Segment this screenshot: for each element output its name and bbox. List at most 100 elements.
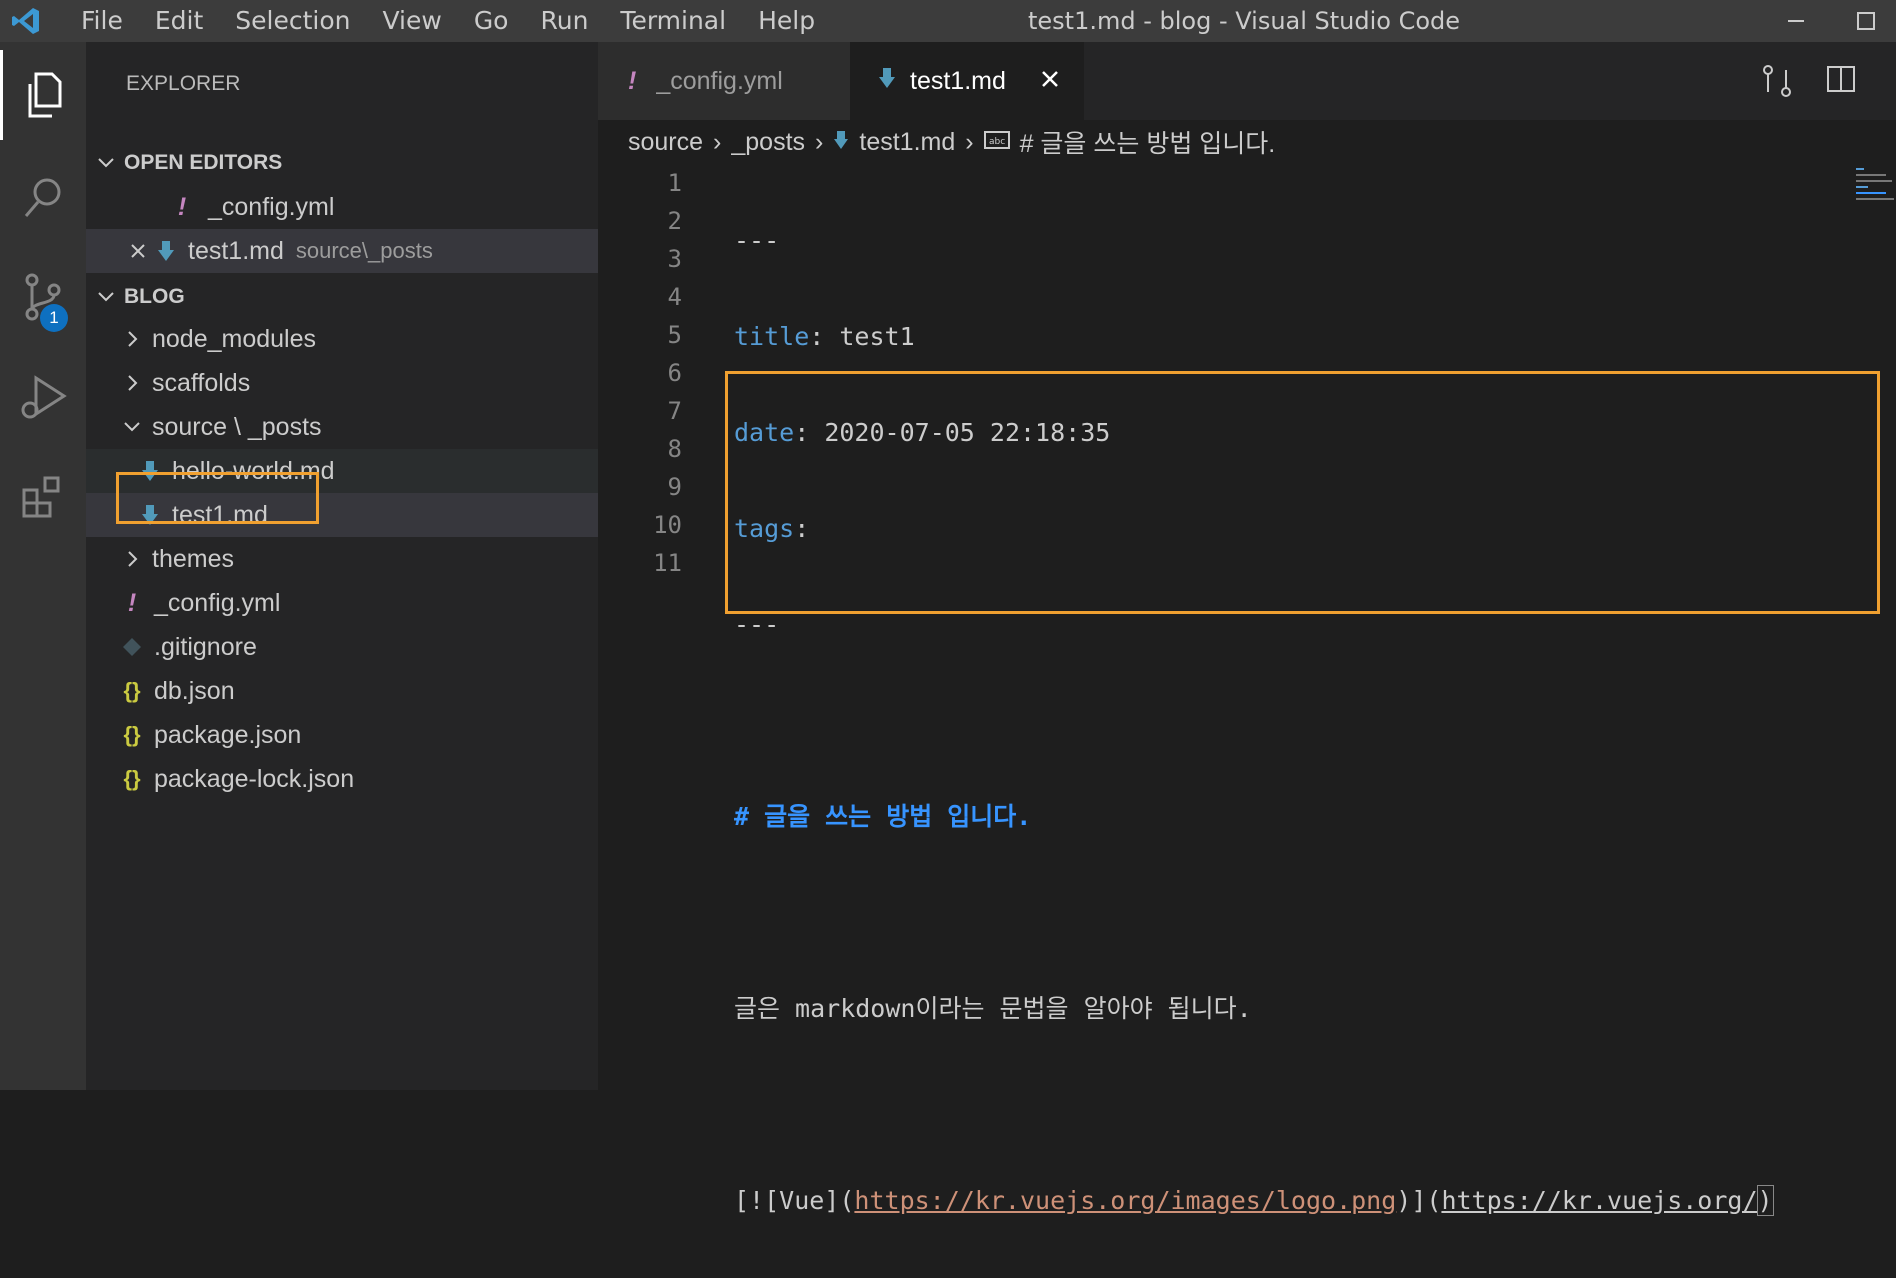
folder-label: BLOG [124,285,185,308]
editor-area: ! _config.yml test1.md source › _posts ›… [598,42,1896,1216]
code-punct: : [809,322,825,351]
code-punct: : [794,418,810,447]
tree-item-source-posts[interactable]: source \ _posts [86,405,632,449]
split-editor-icon[interactable] [1826,64,1858,100]
json-file-icon: {} [123,722,141,747]
code-line: date: 2020-07-05 22:18:35 [734,414,1773,452]
tree-item-hello-world[interactable]: hello-world.md [86,449,646,493]
json-file-icon: {} [123,678,141,703]
close-icon[interactable] [126,242,150,260]
folder-header[interactable]: BLOG [86,275,606,319]
open-editors-header[interactable]: OPEN EDITORS [86,141,606,185]
tree-item-config[interactable]: ! _config.yml [86,581,628,625]
menu-terminal[interactable]: Terminal [604,0,742,42]
chevron-down-icon [120,418,144,436]
menu-go[interactable]: Go [458,0,525,42]
tree-item-db-json[interactable]: {} db.json [86,669,628,713]
menu-edit[interactable]: Edit [139,0,219,42]
title-bar: File Edit Selection View Go Run Terminal… [0,0,1896,42]
explorer-sidebar: EXPLORER OPEN EDITORS ! _config.yml test… [86,42,646,1090]
code-punct: : [794,514,810,543]
markdown-file-icon [134,460,166,482]
tree-item-package-json[interactable]: {} package.json [86,713,628,757]
vscode-logo-icon [5,0,47,42]
line-number: 9 [667,473,682,501]
tab-config-yml[interactable]: ! _config.yml [598,42,850,120]
tree-item-gitignore[interactable]: .gitignore [86,625,628,669]
chevron-down-icon [94,154,118,172]
code-text: --- [734,226,780,255]
minimap[interactable] [1854,164,1896,244]
explorer-icon[interactable] [0,50,86,140]
search-icon[interactable] [0,152,86,242]
scm-badge: 1 [40,304,68,332]
link-bracket: )]( [1396,1186,1442,1215]
breadcrumb-item[interactable]: test1.md [859,128,955,157]
tree-item-label: test1.md [172,500,268,529]
code-text: --- [734,610,780,639]
yaml-file-icon: ! [177,192,187,221]
json-file-icon: {} [123,766,141,791]
code-editor[interactable]: --- title: test1 date: 2020-07-05 22:18:… [734,164,1774,1278]
extensions-icon[interactable] [0,452,86,542]
tree-item-label: themes [152,544,234,573]
sidebar-title: EXPLORER [126,72,241,95]
source-control-icon[interactable]: 1 [0,252,86,342]
tree-item-test1[interactable]: test1.md [86,493,646,537]
maximize-button[interactable] [1836,0,1896,42]
breadcrumb-item[interactable]: source [628,128,703,157]
window-title: test1.md - blog - Visual Studio Code [1028,7,1461,35]
open-editor-item[interactable]: test1.md source\_posts [86,229,638,273]
tab-test1-md[interactable]: test1.md [850,42,1084,120]
breadcrumb-item[interactable]: # 글을 쓰는 방법 입니다. [1020,124,1276,160]
chevron-right-icon [120,374,144,392]
git-file-icon [116,637,148,657]
breadcrumb-item[interactable]: _posts [731,128,805,157]
menu-run[interactable]: Run [524,0,604,42]
tree-item-label: db.json [154,676,235,705]
tree-item-label: .gitignore [154,632,257,661]
line-number: 11 [653,549,682,577]
line-number: 3 [667,245,682,273]
code-line: --- [734,222,1773,260]
tree-item-scaffolds[interactable]: scaffolds [86,361,632,405]
open-editors-label: OPEN EDITORS [124,151,283,174]
tree-item-package-lock-json[interactable]: {} package-lock.json [86,757,628,801]
close-icon[interactable] [1040,67,1060,96]
symbol-string-icon: abc [983,128,1010,157]
menu-file[interactable]: File [65,0,139,42]
link-bracket: ) [1756,1185,1774,1216]
compare-changes-icon[interactable] [1760,64,1794,102]
image-url[interactable]: https://kr.vuejs.org/images/logo.png [854,1186,1396,1215]
code-line: 글은 markdown이라는 문법을 알아야 됩니다. [734,990,1773,1028]
minimize-button[interactable] [1766,0,1826,42]
tree-item-node-modules[interactable]: node_modules [86,317,632,361]
line-number: 6 [667,359,682,387]
menu-help[interactable]: Help [742,0,831,42]
link-url[interactable]: https://kr.vuejs.org/ [1441,1186,1757,1215]
menu-view[interactable]: View [366,0,457,42]
yaml-key: tags [734,514,795,543]
yaml-key: title [734,322,810,351]
tree-item-label: package.json [154,720,302,749]
yaml-value: test1 [824,322,915,351]
tree-item-label: _config.yml [154,588,281,617]
markdown-file-icon [878,67,896,96]
tab-label: test1.md [910,66,1006,95]
menu-selection[interactable]: Selection [219,0,366,42]
yaml-key: date [734,418,795,447]
line-number: 1 [667,169,682,197]
tree-item-themes[interactable]: themes [86,537,632,581]
open-editor-item[interactable]: ! _config.yml [86,185,678,229]
tree-item-label: hello-world.md [172,456,335,485]
code-line: title: test1 [734,318,1773,356]
markdown-heading: # 글을 쓰는 방법 입니다. [734,802,1032,831]
line-number: 5 [667,321,682,349]
yaml-file-icon: ! [127,588,137,617]
run-debug-icon[interactable] [0,352,86,442]
code-line: [![Vue](https://kr.vuejs.org/images/logo… [734,1182,1774,1220]
tree-item-label: package-lock.json [154,764,355,793]
open-editor-name: _config.yml [208,192,335,221]
